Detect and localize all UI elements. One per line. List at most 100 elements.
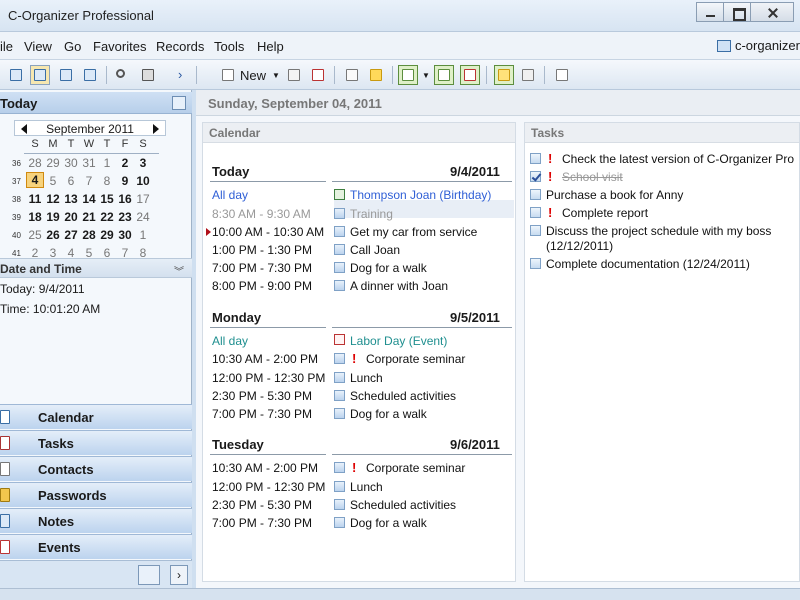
day-view-button[interactable] <box>6 65 26 85</box>
event-title[interactable]: Dog for a walk <box>350 407 427 421</box>
calendar-day[interactable]: 15 <box>98 192 116 206</box>
event-title[interactable]: A dinner with Joan <box>350 279 448 293</box>
nav-notes[interactable]: Notes <box>0 508 192 533</box>
event-title[interactable]: Lunch <box>350 371 383 385</box>
nav-events[interactable]: Events <box>0 534 192 559</box>
event-button[interactable] <box>460 65 480 85</box>
task-checkbox[interactable] <box>530 189 541 200</box>
calendar-day[interactable]: 30 <box>116 228 134 242</box>
expand-nav-button[interactable]: › <box>170 565 188 585</box>
task-title[interactable]: Check the latest version of C-Organizer … <box>562 152 800 167</box>
calendar-day[interactable]: 24 <box>134 210 152 224</box>
calendar-day[interactable]: 31 <box>80 156 98 170</box>
calendar-day[interactable]: 8 <box>98 174 116 188</box>
task-checkbox-checked[interactable] <box>530 171 541 182</box>
task-title[interactable]: Discuss the project schedule with my bos… <box>546 224 786 254</box>
properties-button[interactable] <box>342 65 362 85</box>
note-button[interactable] <box>366 65 386 85</box>
configure-nav-button[interactable] <box>138 565 160 585</box>
calendar-day[interactable]: 2 <box>116 156 134 170</box>
menu-file[interactable]: File <box>0 39 13 54</box>
menu-favorites[interactable]: Favorites <box>93 39 146 54</box>
calendar-day[interactable]: 12 <box>44 192 62 206</box>
calendar-day[interactable]: 26 <box>44 228 62 242</box>
calendar-day[interactable]: 29 <box>98 228 116 242</box>
menu-go[interactable]: Go <box>64 39 81 54</box>
nav-contacts[interactable]: Contacts <box>0 456 192 481</box>
calendar-day[interactable]: 28 <box>26 156 44 170</box>
calendar-day[interactable]: 28 <box>80 228 98 242</box>
calendar-day[interactable]: 18 <box>26 210 44 224</box>
calendar-day[interactable]: 1 <box>134 228 152 242</box>
layout-button[interactable] <box>552 65 572 85</box>
collapse-chevron-icon[interactable]: ︾ <box>174 263 184 278</box>
calendar-day[interactable]: 27 <box>62 228 80 242</box>
task-checkbox[interactable] <box>530 153 541 164</box>
nav-calendar[interactable]: Calendar <box>0 404 192 429</box>
event-title[interactable]: Scheduled activities <box>350 498 456 512</box>
new-button-label[interactable]: New <box>240 68 266 83</box>
week-view-button[interactable] <box>30 65 50 85</box>
calendar-day[interactable]: 21 <box>80 210 98 224</box>
event-title[interactable]: Dog for a walk <box>350 261 427 275</box>
event-title[interactable]: Training <box>350 207 393 221</box>
date-time-header[interactable]: Date and Time ︾ <box>0 258 192 278</box>
pin-icon[interactable] <box>172 96 186 110</box>
calendar-day[interactable]: 17 <box>134 192 152 206</box>
event-title[interactable]: Call Joan <box>350 243 400 257</box>
dropdown-arrow-icon[interactable]: ▼ <box>422 71 430 80</box>
event-title[interactable]: Lunch <box>350 480 383 494</box>
calendar-day[interactable]: 3 <box>134 156 152 170</box>
settings-button[interactable] <box>518 65 538 85</box>
calendar-day[interactable]: 19 <box>44 210 62 224</box>
task-title[interactable]: School visit <box>562 170 800 185</box>
month-view-button[interactable] <box>80 65 100 85</box>
task-title[interactable]: Complete report <box>562 206 800 221</box>
event-title[interactable]: Corporate seminar <box>366 352 465 366</box>
calendar-day[interactable]: 5 <box>44 174 62 188</box>
calendar-day[interactable]: 25 <box>26 228 44 242</box>
toolbar-scroll-right[interactable]: › <box>174 65 188 85</box>
calendar-day[interactable]: 14 <box>80 192 98 206</box>
new-record-button[interactable] <box>218 65 238 85</box>
task-title[interactable]: Complete documentation (12/24/2011) <box>546 257 800 272</box>
calendar-day[interactable]: 9 <box>116 174 134 188</box>
workweek-view-button[interactable] <box>56 65 76 85</box>
delete-button[interactable] <box>308 65 328 85</box>
event-title[interactable]: Scheduled activities <box>350 389 456 403</box>
event-title[interactable]: Get my car from service <box>350 225 477 239</box>
nav-passwords[interactable]: Passwords <box>0 482 192 507</box>
dropdown-arrow-icon[interactable]: ▼ <box>272 71 280 80</box>
task-button[interactable] <box>398 65 418 85</box>
calendar-day[interactable]: 10 <box>134 174 152 188</box>
brand-link[interactable]: c-organizer <box>716 38 800 53</box>
calendar-day[interactable]: 22 <box>98 210 116 224</box>
menu-help[interactable]: Help <box>257 39 284 54</box>
calendar-day[interactable]: 11 <box>26 192 44 206</box>
minimize-button[interactable] <box>696 2 724 22</box>
nav-tasks[interactable]: Tasks <box>0 430 192 455</box>
calendar-day[interactable]: 20 <box>62 210 80 224</box>
edit-button[interactable] <box>284 65 304 85</box>
event-title[interactable]: Dog for a walk <box>350 516 427 530</box>
task-title[interactable]: Purchase a book for Anny <box>546 188 800 203</box>
calendar-day[interactable]: 16 <box>116 192 134 206</box>
task-checkbox[interactable] <box>530 225 541 236</box>
task-checkbox[interactable] <box>530 258 541 269</box>
calendar-day[interactable]: 13 <box>62 192 80 206</box>
calendar-day-today[interactable]: 4 <box>26 172 44 188</box>
search-button[interactable] <box>112 65 132 85</box>
event-title[interactable]: Corporate seminar <box>366 461 465 475</box>
calendar-day[interactable]: 7 <box>80 174 98 188</box>
print-button[interactable] <box>138 65 158 85</box>
menu-tools[interactable]: Tools <box>214 39 244 54</box>
event-title[interactable]: Thompson Joan (Birthday) <box>350 188 491 202</box>
close-button[interactable] <box>750 2 794 22</box>
next-month-icon[interactable] <box>153 124 159 134</box>
maximize-button[interactable] <box>723 2 751 22</box>
contact-button[interactable] <box>434 65 454 85</box>
calendar-day[interactable]: 23 <box>116 210 134 224</box>
menu-records[interactable]: Records <box>156 39 204 54</box>
task-checkbox[interactable] <box>530 207 541 218</box>
event-title[interactable]: Labor Day (Event) <box>350 334 447 348</box>
